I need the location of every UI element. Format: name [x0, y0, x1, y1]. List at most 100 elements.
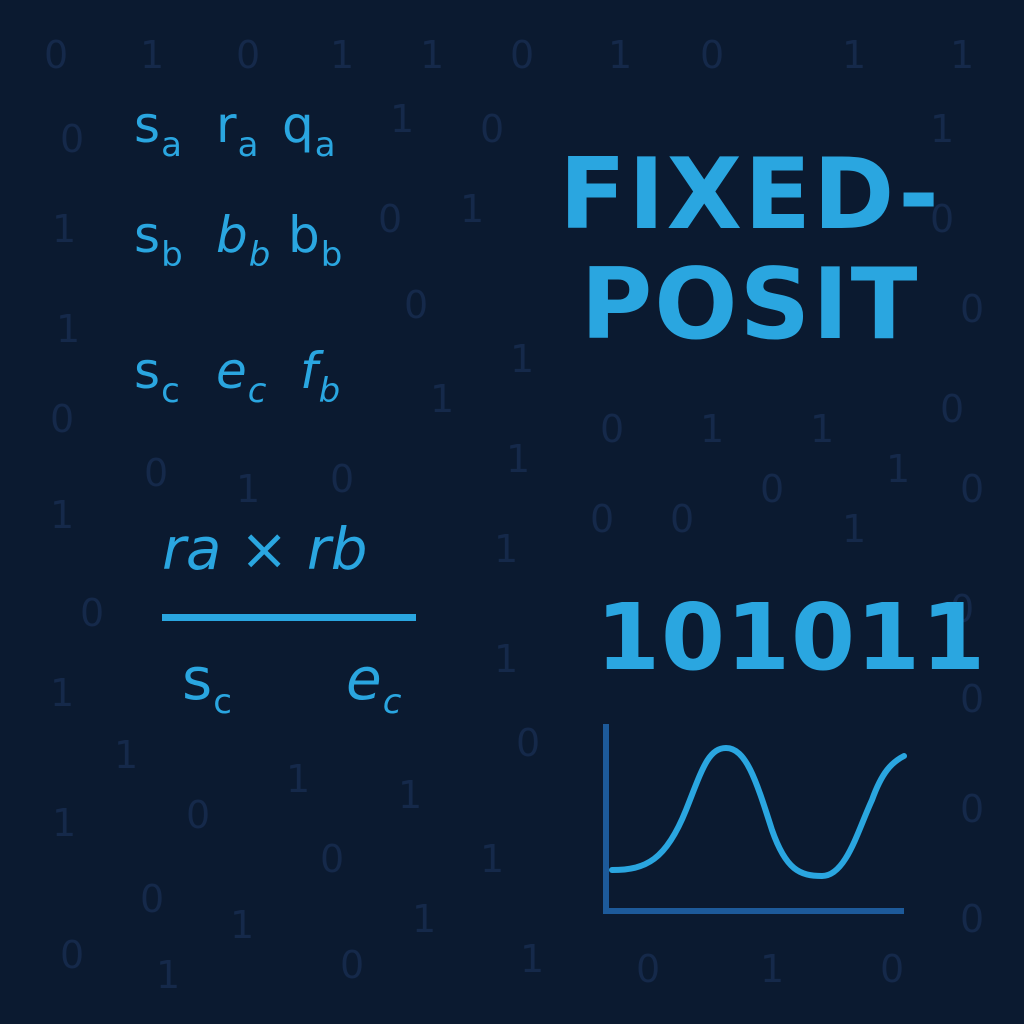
title-line-1: FIXED- [559, 138, 941, 252]
background-digit: 0 [236, 33, 261, 77]
symbol-main: e [216, 342, 247, 400]
title-line-2: POSIT [580, 248, 920, 362]
background-digit: 1 [56, 307, 81, 351]
background-digit: 1 [330, 33, 355, 77]
fraction-bar [162, 614, 416, 621]
background-digit: 0 [480, 107, 505, 151]
symbol-main: r [216, 96, 237, 154]
background-digit: 1 [114, 733, 139, 777]
background-digit: 0 [50, 397, 75, 441]
background-digit: 1 [950, 33, 975, 77]
background-digit: 1 [886, 447, 911, 491]
background-digit: 0 [330, 457, 355, 501]
background-digit: 1 [50, 493, 75, 537]
symbol-sub: b [161, 235, 183, 275]
background-digit: 1 [420, 33, 445, 77]
background-digit: 1 [286, 757, 311, 801]
symbol-sub: c [161, 371, 180, 411]
background-digit: 0 [144, 451, 169, 495]
background-digit: 0 [960, 467, 985, 511]
symbol-s-a: sa [134, 100, 182, 162]
background-digit: 1 [494, 527, 519, 571]
symbol-r-a: ra [216, 100, 258, 162]
symbol-s-b: sb [134, 210, 183, 272]
background-digit: 0 [960, 897, 985, 941]
symbol-q-a: qa [282, 100, 336, 162]
background-digit: 0 [404, 283, 429, 327]
background-digit: 1 [230, 903, 255, 947]
background-digit: 1 [52, 207, 77, 251]
symbol-sub: a [314, 125, 336, 165]
background-digit: 1 [398, 773, 423, 817]
symbol-f-b: fb [300, 346, 340, 408]
background-digit: 0 [60, 117, 85, 161]
background-digit: 0 [700, 33, 725, 77]
title: FIXED- POSIT [520, 140, 980, 360]
formula-numerator: ra × rb [162, 515, 368, 583]
background-digit: 1 [506, 437, 531, 481]
background-digit: 0 [960, 787, 985, 831]
symbol-sub: c [382, 682, 402, 722]
symbol-sub: b [318, 371, 341, 411]
symbol-sub: a [237, 125, 259, 165]
background-digit: 0 [320, 837, 345, 881]
symbol-main: s [182, 645, 213, 713]
background-digit: 1 [460, 187, 485, 231]
background-digit: 0 [880, 947, 905, 991]
background-digit: 1 [520, 937, 545, 981]
background-digit: 0 [600, 407, 625, 451]
background-digit: 1 [760, 947, 785, 991]
symbol-main: b [216, 206, 248, 264]
background-digit: 1 [842, 507, 867, 551]
background-digit: 1 [842, 33, 867, 77]
background-digit: 1 [156, 953, 181, 997]
background-digit: 0 [940, 387, 965, 431]
formula-denominator-s-c: sc [182, 650, 232, 719]
background-digit: 0 [80, 591, 105, 635]
background-digit: 1 [430, 377, 455, 421]
background-digit: 1 [700, 407, 725, 451]
symbol-sub: b [248, 235, 271, 275]
symbol-main: e [346, 645, 382, 713]
symbol-main: f [300, 342, 318, 400]
poster: 0101101011010110101010010110010101010010… [0, 0, 1024, 1024]
symbol-sub: a [161, 125, 182, 165]
sine-wave-chart-icon [603, 724, 907, 914]
background-digit: 0 [340, 943, 365, 987]
background-digit: 0 [60, 933, 85, 977]
symbol-s-c: sc [134, 346, 180, 408]
background-digit: 1 [52, 801, 77, 845]
symbol-main: s [134, 96, 161, 154]
background-digit: 1 [480, 837, 505, 881]
symbol-main: q [282, 96, 314, 154]
background-digit: 0 [510, 33, 535, 77]
background-digit: 1 [236, 467, 261, 511]
background-digit: 0 [670, 497, 695, 541]
background-digit: 1 [140, 33, 165, 77]
background-digit: 1 [50, 671, 75, 715]
binary-number: 101011 [596, 584, 987, 691]
wave-line [609, 744, 907, 880]
symbol-main: s [134, 342, 161, 400]
symbol-sub: b [320, 235, 343, 275]
background-digit: 0 [140, 877, 165, 921]
background-digit: 0 [44, 33, 69, 77]
background-digit: 1 [608, 33, 633, 77]
background-digit: 0 [636, 947, 661, 991]
formula-denominator-e-c: ec [346, 650, 401, 719]
background-digit: 1 [494, 637, 519, 681]
symbol-sub: c [247, 371, 267, 411]
background-digit: 1 [412, 897, 437, 941]
symbol-main: b [288, 206, 320, 264]
background-digit: 1 [390, 97, 415, 141]
background-digit: 0 [186, 793, 211, 837]
symbol-e-c: ec [216, 346, 266, 408]
symbol-b-b-1: bb [216, 210, 270, 272]
background-digit: 0 [378, 197, 403, 241]
symbol-sub: c [213, 682, 232, 722]
background-digit: 1 [810, 407, 835, 451]
symbol-main: s [134, 206, 161, 264]
symbol-b-b-2: bb [288, 210, 342, 272]
background-digit: 0 [590, 497, 615, 541]
background-digit: 0 [516, 721, 541, 765]
